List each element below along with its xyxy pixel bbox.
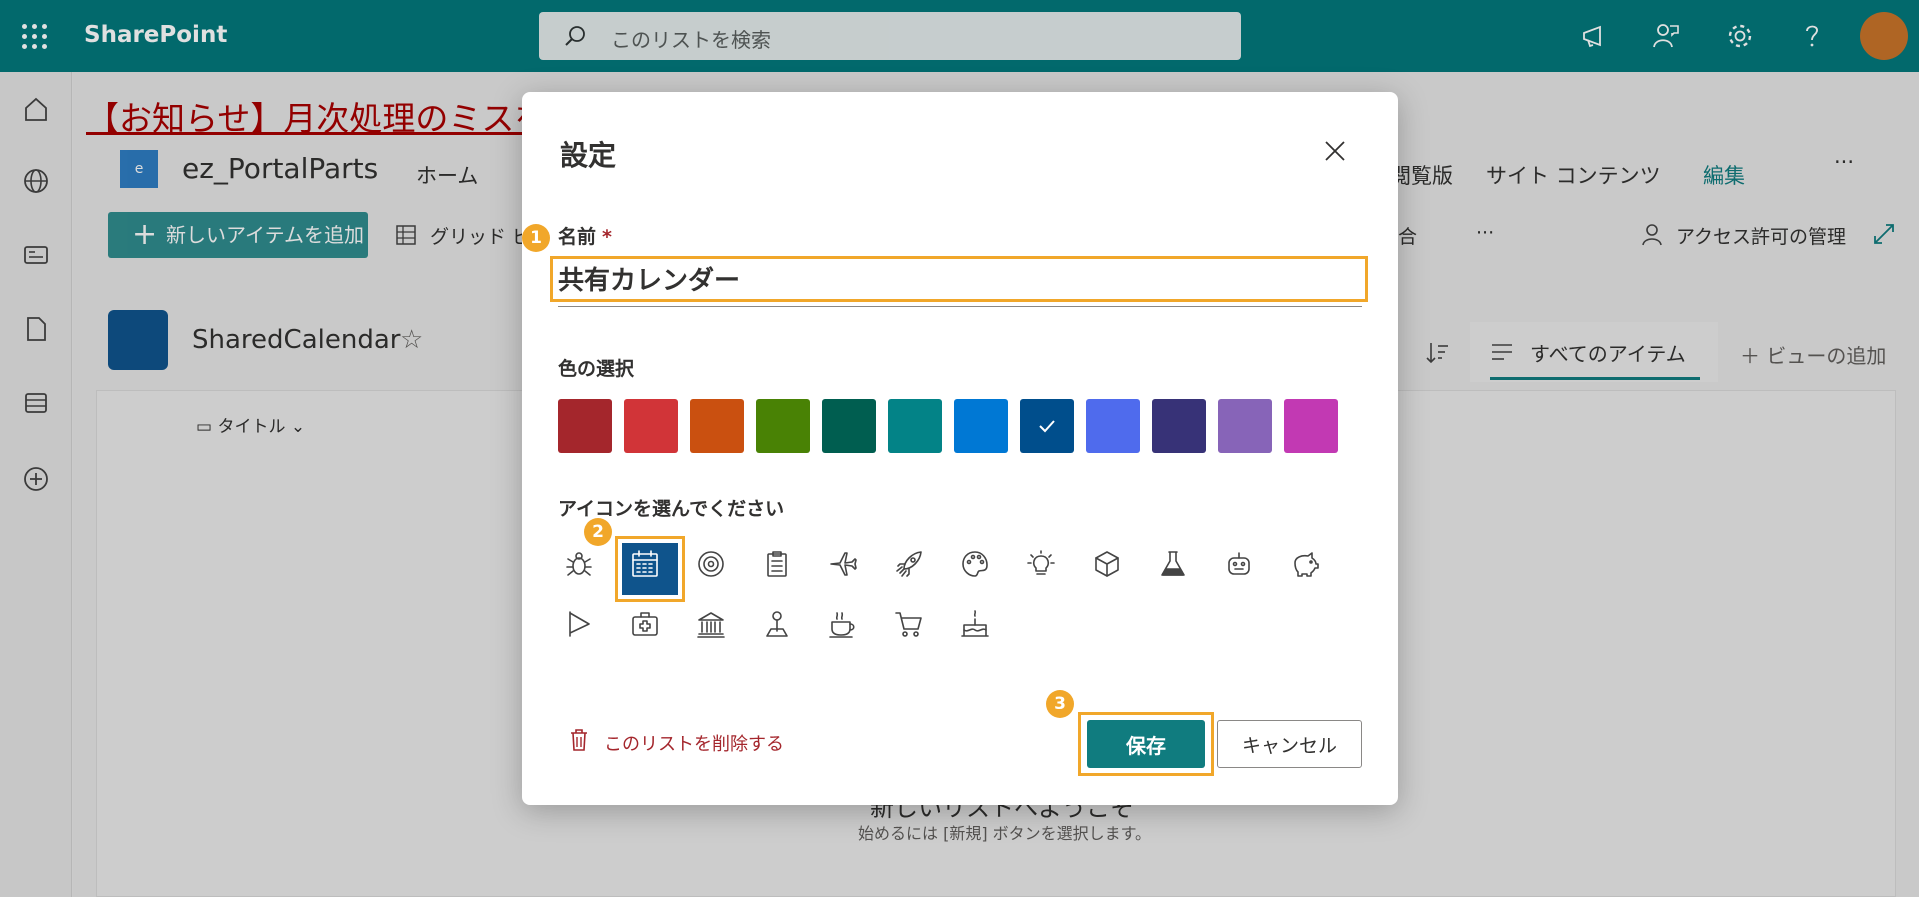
robot-icon [1228,552,1250,575]
medical-kit-icon [632,612,658,636]
flask-icon-option[interactable] [1146,537,1200,591]
color-swatch[interactable] [954,399,1008,453]
bug-icon [566,552,592,576]
color-swatch[interactable] [1218,399,1272,453]
dialog-title: 設定 [560,139,617,172]
cake-icon [961,610,989,637]
clipboard-icon [767,551,787,577]
bank-icon [697,612,725,638]
color-swatch[interactable] [1152,399,1206,453]
rocket-icon-option[interactable] [882,537,936,591]
map-pin-icon [766,611,788,637]
color-label: 色の選択 [558,358,635,380]
piggybank-icon-option[interactable] [1278,537,1332,591]
target-icon [698,551,724,577]
target-icon-option[interactable] [684,537,738,591]
bug-icon-option[interactable] [552,537,606,591]
settings-dialog: 設定 1 名前* 色の選択 アイコンを選んでください 2 このリストを削除する … [522,92,1398,805]
medical-kit-icon-option[interactable] [618,597,672,651]
rocket-icon [896,551,922,577]
save-highlight: 保存 [1078,712,1214,776]
color-swatch[interactable] [888,399,942,453]
color-swatch[interactable] [690,399,744,453]
delete-list-link[interactable]: このリストを削除する [568,729,784,756]
cube-icon [1095,551,1119,577]
step-badge-3: 3 [1046,690,1074,718]
cart-icon [895,612,922,637]
flask-icon [1161,551,1185,576]
name-underline [558,306,1362,307]
color-swatch[interactable] [624,399,678,453]
icon-label: アイコンを選んでください [558,498,785,520]
airplane-icon [830,552,857,576]
coffee-icon-option[interactable] [816,597,870,651]
name-label: 名前 * [558,226,612,248]
bank-icon-option[interactable] [684,597,738,651]
color-swatch[interactable] [1086,399,1140,453]
piggybank-icon [1294,552,1319,577]
cake-icon-option[interactable] [948,597,1002,651]
color-swatch[interactable] [756,399,810,453]
clipboard-icon-option[interactable] [750,537,804,591]
coffee-icon [829,612,855,638]
color-swatch[interactable] [1020,399,1074,453]
flag-icon [569,611,590,637]
step-badge-1: 1 [522,224,550,252]
lightbulb-icon [1027,550,1055,575]
checkmark-icon [1039,420,1055,433]
airplane-icon-option[interactable] [816,537,870,591]
color-swatch[interactable] [558,399,612,453]
color-swatch[interactable] [822,399,876,453]
map-pin-icon-option[interactable] [750,597,804,651]
palette-icon [962,551,988,577]
color-swatch[interactable] [1284,399,1338,453]
cube-icon-option[interactable] [1080,537,1134,591]
save-button[interactable]: 保存 [1087,720,1205,768]
calendar-icon [632,550,658,577]
cart-icon-option[interactable] [882,597,936,651]
robot-icon-option[interactable] [1212,537,1266,591]
flag-icon-option[interactable] [552,597,606,651]
cancel-button[interactable]: キャンセル [1217,720,1362,768]
trash-icon [571,729,587,751]
name-field[interactable] [552,258,1362,298]
lightbulb-icon-option[interactable] [1014,537,1068,591]
close-icon[interactable] [1322,138,1348,164]
calendar-icon-option[interactable] [618,537,672,591]
palette-icon-option[interactable] [948,537,1002,591]
